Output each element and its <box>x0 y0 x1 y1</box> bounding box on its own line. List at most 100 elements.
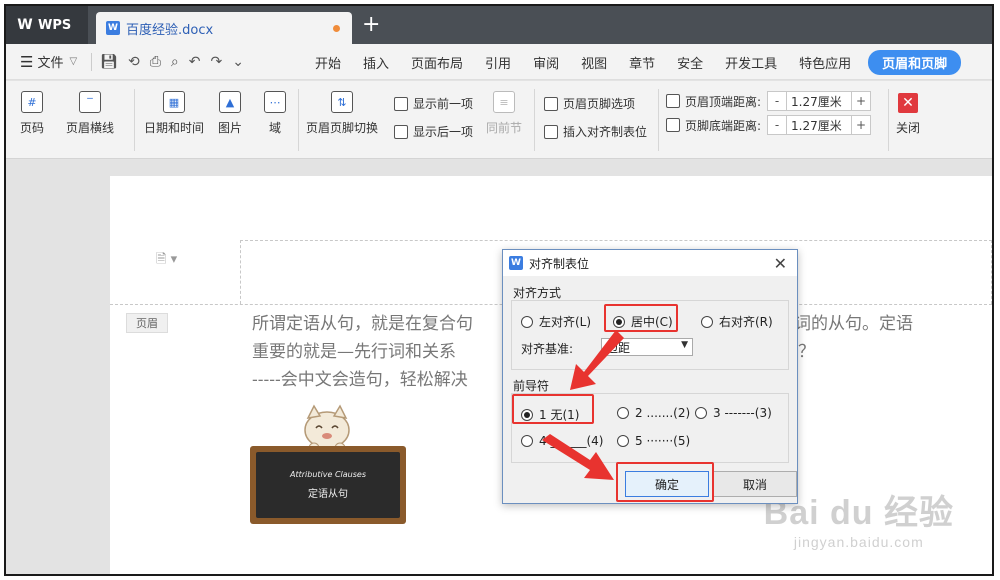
footer-bottom-increase-button[interactable]: + <box>851 115 872 135</box>
show-previous-button[interactable]: 显示前一项 <box>394 95 473 112</box>
print-preview-icon[interactable]: ⌕ <box>171 54 179 70</box>
leader-3-radio[interactable]: 3 -------(3) <box>695 406 772 420</box>
page-number-button[interactable]: # 页码 <box>20 91 44 136</box>
new-tab-plus-icon[interactable]: + <box>362 12 380 38</box>
radio-selected-icon <box>613 315 625 328</box>
leader-1-radio[interactable]: 1 无(1) <box>521 406 579 423</box>
app-window: W WPS W 百度经验.docx + ☰ 文件 ▽ 💾︎ ⟲ ⎙ ⌕ ↶ ↷ … <box>4 4 994 576</box>
footer-bottom-distance-input[interactable]: 1.27厘米 <box>787 115 852 135</box>
dialog-close-icon[interactable]: ✕ <box>774 254 787 273</box>
footer-bottom-distance: 页脚底端距离: - 1.27厘米 + <box>666 115 872 135</box>
header-top-distance-icon <box>666 94 680 108</box>
tab-header-footer[interactable]: 页眉和页脚 <box>868 49 962 75</box>
undo-icon[interactable]: ↶ <box>189 54 201 70</box>
alignment-group-label: 对齐方式 <box>513 286 562 300</box>
file-menu[interactable]: 文件 <box>37 52 63 71</box>
aligned-tab-dialog: W 对齐制表位 ✕ 对齐方式 左对齐(L) 居中(C) 右对齐(R) 对齐基准:… <box>502 249 798 504</box>
app-tab-wps[interactable]: W WPS <box>6 6 88 44</box>
leader-group-label: 前导符 <box>513 379 550 393</box>
customize-qa-icon[interactable]: ⌄ <box>232 54 244 70</box>
wps-doc-icon: W <box>509 256 523 270</box>
radio-icon <box>521 315 533 328</box>
leader-5-label: 5 ·······(5) <box>635 434 691 448</box>
header-top-decrease-button[interactable]: - <box>767 91 788 111</box>
save-icon[interactable]: 💾︎ <box>100 54 118 70</box>
wps-doc-icon: W <box>106 21 120 35</box>
switch-header-footer-button[interactable]: ⇅ 页眉页脚切换 <box>306 91 378 136</box>
leader-2-radio[interactable]: 2 .......(2) <box>617 406 690 420</box>
tab-insert[interactable]: 插入 <box>352 53 400 72</box>
tab-developer[interactable]: 开发工具 <box>714 53 788 72</box>
tab-review[interactable]: 审阅 <box>522 53 570 72</box>
show-previous-icon <box>394 96 408 111</box>
header-line-button[interactable]: ‾ 页眉横线 <box>66 91 114 136</box>
same-as-previous-label: 同前节 <box>486 121 523 135</box>
align-right-radio[interactable]: 右对齐(R) <box>701 313 773 330</box>
hamburger-menu-icon[interactable]: ☰ <box>20 53 33 71</box>
paste-options-icon[interactable]: 🗎︎ ▾ <box>156 250 177 272</box>
ribbon: # 页码 ‾ 页眉横线 ▦ 日期和时间 ▲ 图片 ⋯ 域 ⇅ 页眉页脚切换 显示… <box>6 81 992 159</box>
divider <box>298 89 299 151</box>
chevron-down-icon[interactable]: ▽ <box>69 56 77 67</box>
tab-page-layout[interactable]: 页面布局 <box>400 53 474 72</box>
tab-references[interactable]: 引用 <box>474 53 522 72</box>
insert-aligned-tab-icon <box>544 124 558 139</box>
tab-special-apps[interactable]: 特色应用 <box>788 53 862 72</box>
calendar-icon: ▦ <box>163 91 185 113</box>
header-top-distance-input[interactable]: 1.27厘米 <box>787 91 852 111</box>
document-area: 🗎︎ ▾ 页眉 所谓定语从句，就是在复合句 词或代词的从句。定语 重要的就是—先行… <box>6 160 992 574</box>
format-painter-icon[interactable]: ⟲ <box>128 54 140 70</box>
same-as-previous-button[interactable]: ≡ 同前节 <box>486 91 522 136</box>
picture-button[interactable]: ▲ 图片 <box>218 91 242 136</box>
page-number-icon: # <box>21 91 43 113</box>
cancel-button[interactable]: 取消 <box>713 471 797 497</box>
tab-bar: W WPS W 百度经验.docx + <box>6 6 992 44</box>
header-footer-options-icon <box>544 96 558 111</box>
align-base-select[interactable]: 边距 ▼ <box>601 338 693 356</box>
divider <box>658 89 659 151</box>
dropdown-arrow-icon: ▼ <box>681 340 688 350</box>
radio-icon <box>701 315 713 328</box>
leader-4-radio[interactable]: 4 ______(4) <box>521 434 603 448</box>
radio-icon <box>695 407 707 419</box>
tab-view[interactable]: 视图 <box>570 53 618 72</box>
show-previous-label: 显示前一项 <box>413 97 474 111</box>
tab-security[interactable]: 安全 <box>666 53 714 72</box>
field-icon: ⋯ <box>264 91 286 113</box>
document-tab[interactable]: W 百度经验.docx <box>96 12 352 44</box>
align-base-value: 边距 <box>606 340 631 355</box>
wps-logo-icon: W <box>17 17 33 33</box>
align-left-radio[interactable]: 左对齐(L) <box>521 313 591 330</box>
leader-5-radio[interactable]: 5 ·······(5) <box>617 434 690 448</box>
insert-aligned-tab-button[interactable]: 插入对齐制表位 <box>544 123 647 140</box>
print-icon[interactable]: ⎙ <box>150 54 161 70</box>
tab-section[interactable]: 章节 <box>618 53 666 72</box>
field-button[interactable]: ⋯ 域 <box>264 91 286 136</box>
header-top-distance-label: 页眉顶端距离: <box>685 94 762 109</box>
footer-bottom-distance-icon <box>666 118 680 132</box>
leader-group <box>511 393 789 463</box>
footer-bottom-distance-label: 页脚底端距离: <box>685 118 762 133</box>
date-time-label: 日期和时间 <box>144 121 205 135</box>
leader-4-label: 4 ______(4) <box>539 434 604 448</box>
chalkboard-title: Attributive Clauses <box>289 470 366 479</box>
attributive-clauses-image[interactable]: Attributive Clauses 定语从句 <box>250 404 408 524</box>
dialog-title-bar[interactable]: W 对齐制表位 ✕ <box>503 250 797 276</box>
chalkboard: Attributive Clauses 定语从句 <box>250 446 406 524</box>
align-center-radio[interactable]: 居中(C) <box>613 313 673 330</box>
cat-icon <box>304 404 350 452</box>
align-right-label: 右对齐(R) <box>719 315 773 329</box>
unsaved-indicator-icon <box>333 25 340 32</box>
footer-bottom-decrease-button[interactable]: - <box>767 115 788 135</box>
redo-icon[interactable]: ↷ <box>210 54 222 70</box>
ok-button[interactable]: 确定 <box>625 471 709 497</box>
watermark-url: jingyan.baidu.com <box>793 534 924 550</box>
tab-home[interactable]: 开始 <box>304 53 352 72</box>
divider <box>134 89 135 151</box>
header-footer-options-button[interactable]: 页眉页脚选项 <box>544 95 635 112</box>
date-time-button[interactable]: ▦ 日期和时间 <box>144 91 204 136</box>
header-top-increase-button[interactable]: + <box>851 91 872 111</box>
close-header-footer-button[interactable]: ✕ 关闭 <box>896 93 920 136</box>
show-next-button[interactable]: 显示后一项 <box>394 123 473 140</box>
alignment-group <box>511 300 789 370</box>
